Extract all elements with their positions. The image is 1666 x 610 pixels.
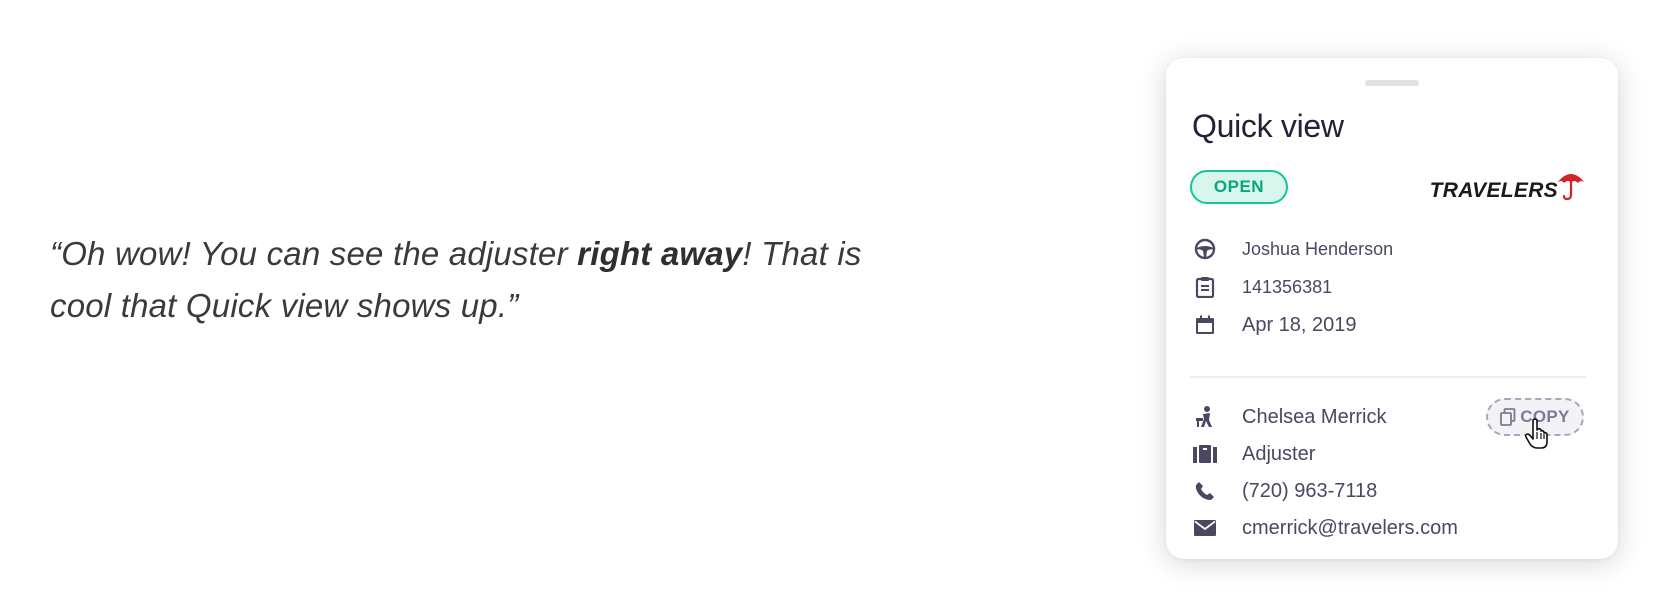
- date-row: Apr 18, 2019: [1192, 310, 1357, 340]
- claim-date: Apr 18, 2019: [1242, 313, 1357, 336]
- quick-view-card: Quick view OPEN TRAVELERS Joshua Henders…: [1166, 58, 1618, 559]
- travelers-logo: TRAVELERS: [1430, 163, 1588, 203]
- adjuster-phone-row: (720) 963-7118: [1192, 476, 1377, 506]
- badge-icon: [1192, 441, 1218, 467]
- status-badge: OPEN: [1190, 170, 1288, 204]
- adjuster-name-row: Chelsea Merrick: [1192, 402, 1386, 432]
- copy-icon: [1500, 408, 1516, 426]
- steering-wheel-icon: [1192, 236, 1218, 262]
- person-at-desk-icon: [1192, 404, 1218, 430]
- phone-icon: [1192, 478, 1218, 504]
- hand-cursor-icon: [1524, 418, 1548, 449]
- adjuster-email[interactable]: cmerrick@travelers.com: [1242, 517, 1458, 540]
- adjuster-email-row: cmerrick@travelers.com: [1192, 513, 1458, 543]
- card-title: Quick view: [1192, 108, 1344, 144]
- quote-text-start: “Oh wow! You can see the adjuster: [50, 235, 578, 272]
- adjuster-phone[interactable]: (720) 963-7118: [1242, 480, 1377, 503]
- section-divider: [1190, 376, 1586, 378]
- adjuster-role-row: Adjuster: [1192, 439, 1315, 469]
- umbrella-icon: [1557, 174, 1585, 201]
- adjuster-role: Adjuster: [1242, 442, 1316, 465]
- claim-number: 141356381: [1242, 276, 1333, 297]
- logo-text: TRAVELERS: [1429, 179, 1558, 202]
- clipboard-icon: [1192, 274, 1218, 300]
- claim-number-row: 141356381: [1192, 272, 1332, 302]
- mail-icon: [1192, 515, 1218, 541]
- page: “Oh wow! You can see the adjuster right …: [0, 0, 1666, 610]
- driver-name: Joshua Henderson: [1242, 238, 1394, 259]
- adjuster-name: Chelsea Merrick: [1242, 405, 1387, 428]
- calendar-icon: [1192, 312, 1218, 338]
- drag-handle[interactable]: [1365, 80, 1419, 86]
- quote-emphasis: right away: [577, 235, 743, 272]
- driver-row: Joshua Henderson: [1192, 234, 1393, 264]
- testimonial-quote: “Oh wow! You can see the adjuster right …: [50, 228, 930, 332]
